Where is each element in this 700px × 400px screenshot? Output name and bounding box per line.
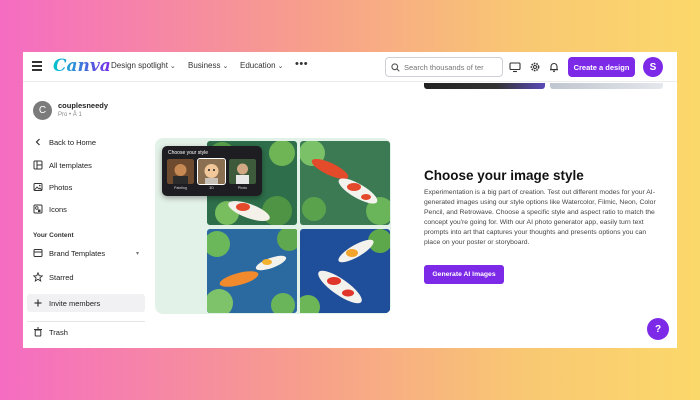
style-option-painting[interactable] — [167, 159, 194, 184]
sidebar-item-label: Photos — [49, 182, 73, 192]
style-option-3d[interactable] — [197, 158, 226, 185]
popup-title: Choose your style — [168, 150, 209, 156]
nav-label: Education — [240, 61, 276, 70]
nav-label: Design spotlight — [111, 61, 168, 70]
account-avatar[interactable]: S — [643, 57, 663, 77]
chevron-down-icon: ⌄ — [222, 62, 229, 70]
sidebar-item-invite-members[interactable]: Invite members — [27, 294, 145, 312]
sidebar-item-photos[interactable]: Photos — [27, 178, 145, 196]
sidebar-item-label: Invite members — [49, 298, 101, 308]
bell-icon[interactable] — [548, 61, 560, 73]
sidebar-item-all-templates[interactable]: All templates — [27, 156, 145, 174]
top-header: Canva Design spotlight ⌄ Business ⌄ Educ… — [23, 52, 677, 82]
style-chooser-popup: Choose your style Painting 3D Photo — [162, 146, 262, 196]
sidebar-item-starred[interactable]: Starred — [27, 268, 145, 286]
more-menu-icon[interactable]: ••• — [295, 58, 308, 70]
user-name[interactable]: couplesneedy — [58, 101, 108, 110]
koi-image-3[interactable] — [207, 229, 297, 313]
photo-icon — [33, 183, 43, 191]
style-label: 3D — [209, 186, 214, 190]
section-description: Experimentation is a big part of creatio… — [424, 189, 656, 246]
create-design-button[interactable]: Create a design — [568, 57, 635, 77]
plus-icon — [34, 299, 42, 307]
nav-business[interactable]: Business ⌄ — [188, 61, 228, 70]
search-icon — [391, 62, 400, 72]
canva-logo[interactable]: Canva — [53, 56, 111, 76]
sidebar-item-label: Brand Templates — [49, 248, 106, 258]
chevron-down-icon: ⌄ — [277, 62, 284, 70]
sidebar-item-back-home[interactable]: Back to Home — [27, 133, 145, 151]
trash-icon — [34, 327, 42, 337]
sidebar-item-label: Trash — [49, 327, 68, 337]
brand-templates-icon — [33, 249, 43, 257]
sidebar-item-label: Icons — [49, 204, 67, 214]
style-option-photo[interactable] — [229, 159, 256, 184]
user-avatar[interactable]: C — [33, 101, 52, 120]
canva-window: Canva Design spotlight ⌄ Business ⌄ Educ… — [23, 52, 677, 348]
sidebar-item-trash[interactable]: Trash — [27, 323, 145, 341]
sidebar-divider — [27, 321, 145, 322]
sidebar-item-label: Back to Home — [49, 137, 97, 147]
section-heading: Choose your image style — [424, 168, 584, 183]
search-box[interactable] — [385, 57, 503, 77]
style-label: Photo — [237, 186, 248, 190]
hamburger-menu-icon[interactable] — [32, 61, 42, 71]
chevron-down-icon[interactable]: ▾ — [136, 250, 139, 257]
sidebar: C couplesneedy Pro • Å 1 Back to Home Al… — [23, 83, 149, 348]
koi-image-4[interactable] — [300, 229, 390, 313]
generate-ai-images-button[interactable]: Generate AI Images — [424, 265, 504, 284]
nav-label: Business — [188, 61, 221, 70]
chevron-left-icon — [35, 138, 40, 146]
monitor-icon[interactable] — [509, 61, 521, 73]
nav-design-spotlight[interactable]: Design spotlight ⌄ — [111, 61, 176, 70]
template-thumbnail[interactable] — [550, 83, 663, 89]
sidebar-item-label: Starred — [49, 272, 74, 282]
shapes-icon — [33, 204, 43, 214]
chevron-down-icon: ⌄ — [169, 62, 176, 70]
user-plan: Pro • Å 1 — [58, 112, 82, 118]
sidebar-item-brand-templates[interactable]: Brand Templates ▾ — [27, 244, 145, 262]
templates-icon — [33, 160, 43, 170]
help-button[interactable]: ? — [647, 318, 669, 340]
koi-image-2[interactable] — [300, 141, 390, 225]
your-content-heading: Your Content — [33, 232, 74, 239]
sidebar-item-label: All templates — [49, 160, 92, 170]
star-icon — [33, 272, 43, 282]
gear-icon[interactable] — [529, 61, 541, 73]
sidebar-item-icons[interactable]: Icons — [27, 200, 145, 218]
nav-education[interactable]: Education ⌄ — [240, 61, 283, 70]
search-input[interactable] — [404, 62, 496, 72]
template-thumbnail[interactable] — [424, 83, 545, 89]
style-label: Painting — [174, 186, 187, 190]
